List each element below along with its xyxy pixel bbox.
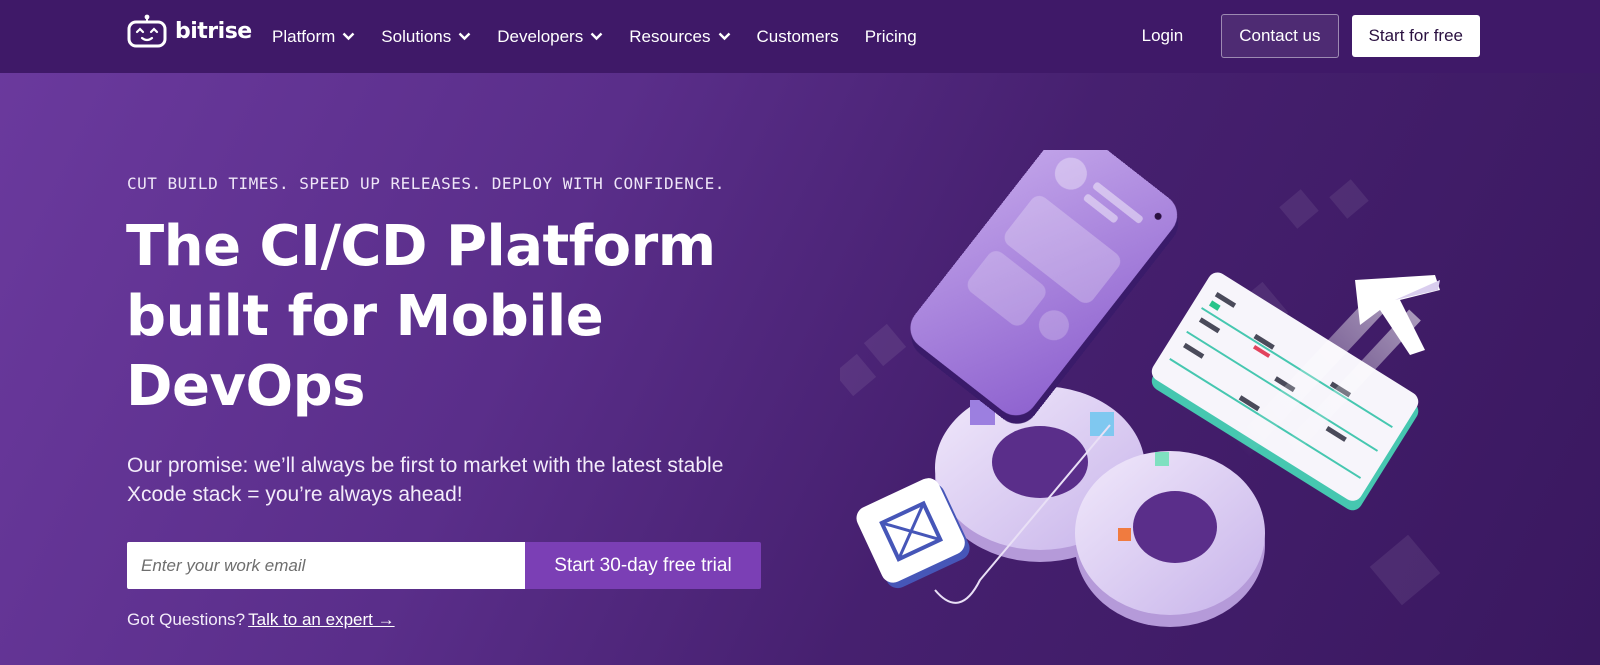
- nav-item-label: Pricing: [864, 26, 917, 46]
- nav-item-resources[interactable]: Resources: [629, 27, 730, 47]
- top-navigation-bar: bitrise Platform Solutions Developers Re…: [0, 0, 1600, 73]
- talk-to-expert-link[interactable]: Talk to an expert →: [248, 610, 394, 629]
- hero-eyebrow: CUT BUILD TIMES. SPEED UP RELEASES. DEPL…: [127, 174, 725, 193]
- chevron-down-icon: [342, 32, 355, 41]
- login-link[interactable]: Login: [1142, 26, 1184, 46]
- nav-item-label: Solutions: [381, 26, 452, 46]
- bitrise-robot-logo-icon: [127, 14, 167, 48]
- brand-name: bitrise: [175, 18, 252, 44]
- main-nav: Platform Solutions Developers Resources …: [272, 0, 943, 73]
- headline-line: The CI/CD Platform: [126, 214, 716, 279]
- hero-headline: The CI/CD Platform built for Mobile DevO…: [126, 212, 766, 422]
- start-trial-button[interactable]: Start 30-day free trial: [525, 542, 761, 589]
- contact-us-button[interactable]: Contact us: [1221, 14, 1339, 58]
- nav-item-label: Resources: [629, 26, 711, 46]
- start-for-free-button[interactable]: Start for free: [1351, 15, 1480, 57]
- headline-line: DevOps: [126, 354, 366, 419]
- nav-item-platform[interactable]: Platform: [272, 27, 355, 47]
- account-actions: Login Contact us Start for free: [1142, 14, 1480, 58]
- nav-item-label: Developers: [497, 26, 584, 46]
- trial-signup-form: Start 30-day free trial: [127, 542, 761, 589]
- hero-promise: Our promise: we’ll always be first to ma…: [127, 454, 724, 506]
- questions-row: Got Questions? Talk to an expert →: [127, 610, 395, 630]
- bitrise-logo[interactable]: bitrise: [127, 14, 252, 48]
- headline-line: built for Mobile: [126, 284, 604, 349]
- nav-item-label: Platform: [272, 26, 336, 46]
- nav-item-label: Customers: [756, 26, 839, 46]
- questions-label: Got Questions?: [127, 610, 246, 629]
- chevron-down-icon: [458, 32, 471, 41]
- nav-item-solutions[interactable]: Solutions: [381, 27, 471, 47]
- phone-illustration: [910, 150, 1179, 424]
- nav-item-customers[interactable]: Customers: [757, 27, 839, 47]
- nav-item-pricing[interactable]: Pricing: [865, 27, 917, 47]
- chevron-down-icon: [590, 32, 603, 41]
- hero-illustration: [840, 150, 1441, 627]
- chevron-down-icon: [718, 32, 730, 41]
- email-input[interactable]: [127, 542, 525, 589]
- nav-item-developers[interactable]: Developers: [497, 27, 603, 47]
